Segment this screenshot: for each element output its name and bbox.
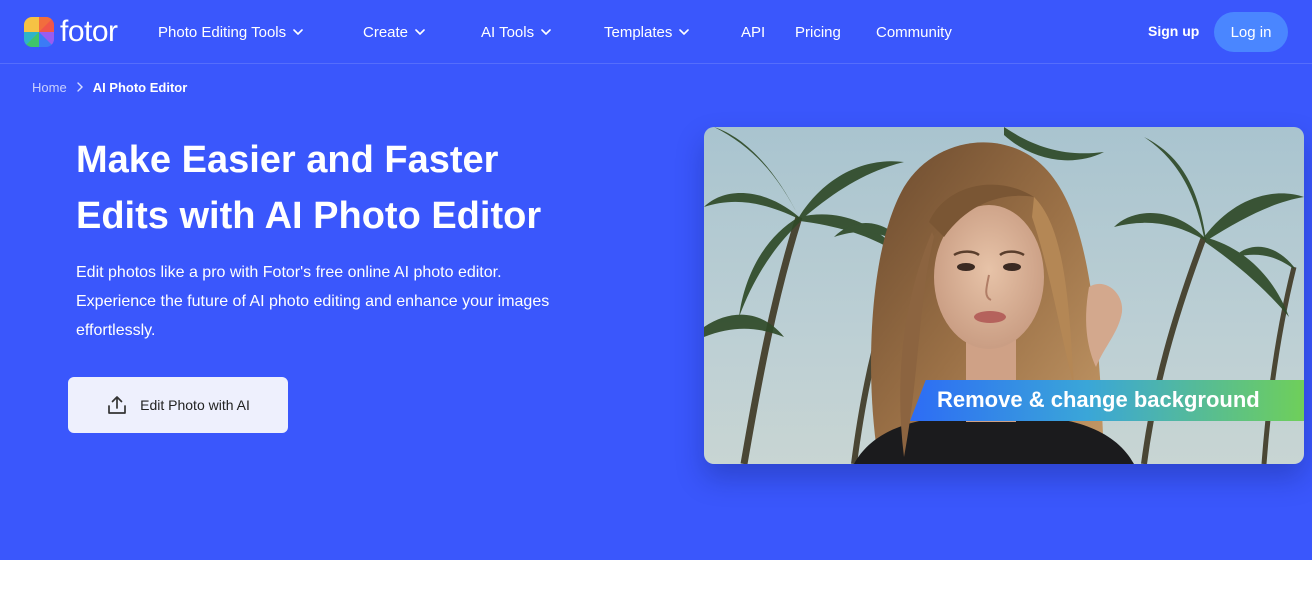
chevron-down-icon <box>541 29 551 35</box>
breadcrumb: Home AI Photo Editor <box>32 78 187 96</box>
top-navigation: fotor Photo Editing Tools Create AI Tool… <box>0 0 1312 64</box>
breadcrumb-home-link[interactable]: Home <box>32 80 67 95</box>
fotor-logo-icon <box>24 17 54 47</box>
log-in-button[interactable]: Log in <box>1214 12 1288 52</box>
nav-photo-editing-tools[interactable]: Photo Editing Tools <box>158 22 303 42</box>
chevron-down-icon <box>415 29 425 35</box>
nav-create[interactable]: Create <box>363 22 425 42</box>
hero-description-line-3: effortlessly. <box>76 322 156 339</box>
chevron-down-icon <box>679 29 690 35</box>
nav-item-label: Templates <box>604 23 673 41</box>
nav-community[interactable]: Community <box>876 22 952 42</box>
remove-background-badge: Remove & change background <box>910 380 1304 421</box>
chevron-right-icon <box>76 82 83 92</box>
nav-item-label: Pricing <box>795 23 841 41</box>
nav-ai-tools[interactable]: AI Tools <box>481 22 551 42</box>
nav-item-label: Create <box>363 23 409 41</box>
nav-item-label: Photo Editing Tools <box>158 23 287 41</box>
nav-pricing[interactable]: Pricing <box>795 22 841 42</box>
nav-item-label: AI Tools <box>481 23 535 41</box>
nav-api[interactable]: API <box>741 22 765 42</box>
fotor-logo[interactable]: fotor <box>24 16 118 48</box>
page-title-line-1: Make Easier and Faster <box>76 139 499 181</box>
hero-description: Edit photos like a pro with Fotor's free… <box>76 258 646 345</box>
cta-label: Edit Photo with AI <box>140 397 250 413</box>
upload-icon <box>108 396 126 414</box>
hero-description-line-2: Experience the future of AI photo editin… <box>76 293 550 310</box>
edit-photo-with-ai-button[interactable]: Edit Photo with AI <box>68 377 288 433</box>
hero-description-line-1: Edit photos like a pro with Fotor's free… <box>76 264 502 281</box>
nav-templates[interactable]: Templates <box>604 22 690 42</box>
badge-label: Remove & change background <box>937 387 1260 412</box>
logo-wordmark: fotor <box>60 15 118 48</box>
hero-section: fotor Photo Editing Tools Create AI Tool… <box>0 0 1312 560</box>
page-title-line-2: Edits with AI Photo Editor <box>76 195 542 237</box>
nav-item-label: API <box>741 23 766 41</box>
nav-item-label: Community <box>876 23 952 41</box>
sign-up-link[interactable]: Sign up <box>1148 23 1199 39</box>
breadcrumb-current: AI Photo Editor <box>92 79 188 95</box>
page-title: Make Easier and Faster Edits with AI Pho… <box>76 132 636 244</box>
chevron-down-icon <box>293 29 303 35</box>
